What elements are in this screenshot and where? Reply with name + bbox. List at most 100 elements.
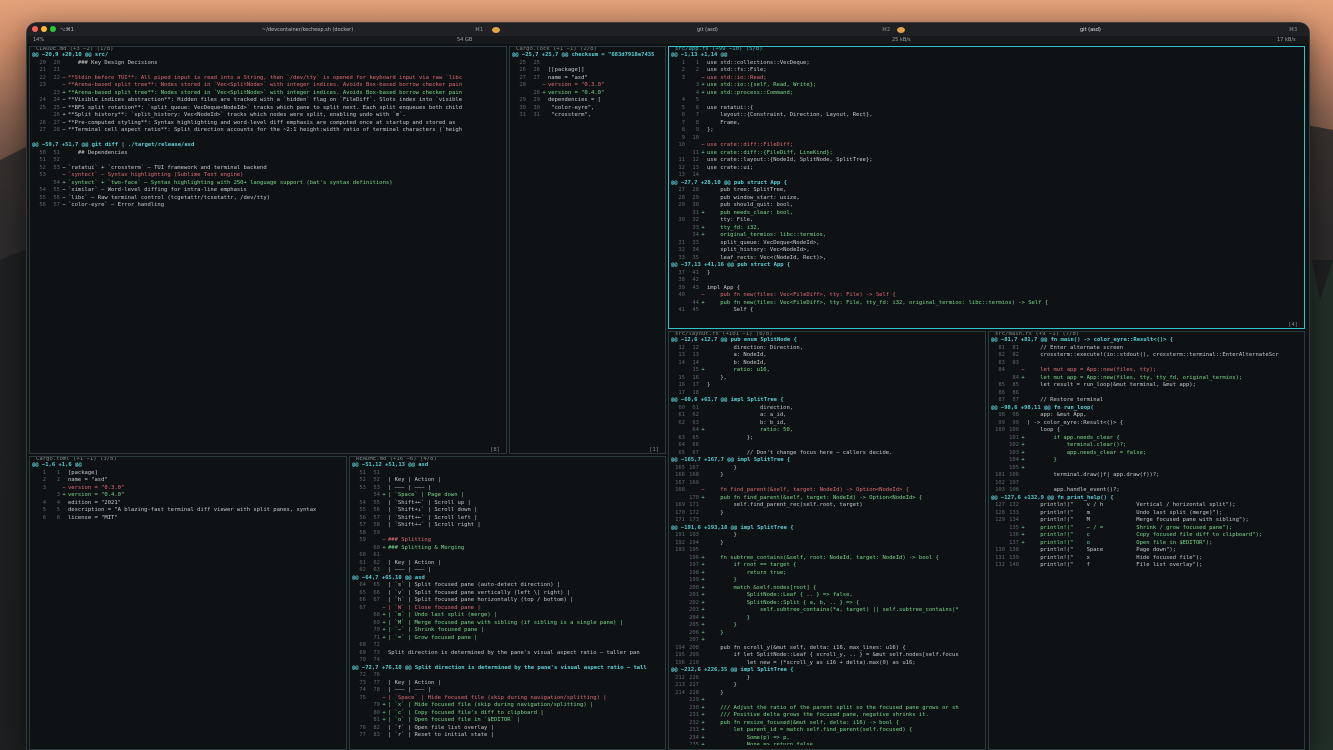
hunk-header: @@ −81,7 +81,7 @@ fn main() -> color_eyr… — [991, 337, 1303, 345]
new-line-number: 140 — [1009, 562, 1019, 568]
old-line-number: 168 — [675, 487, 685, 493]
diff-line: 194 208 pub fn scroll_y(&mut self, delta:… — [671, 645, 984, 653]
new-line-number: 72 — [373, 642, 380, 648]
diff-line: 196 + fn subtree_contains(&self, root: No… — [671, 555, 984, 563]
line-content: pub should_quit: bool, — [707, 202, 794, 208]
tab-git-1[interactable]: git (asd) — [697, 26, 718, 34]
line-content: use crate::layout::{NodeId, SplitNode, S… — [707, 157, 873, 163]
diff-marker: − — [701, 74, 705, 81]
old-line-number: 191 — [675, 532, 685, 538]
old-line-number: 69 — [359, 649, 366, 656]
line-content: a: a_id, — [707, 412, 787, 418]
line-content: ## Dependencies — [68, 149, 128, 156]
line-content: } — [1027, 457, 1057, 463]
new-line-number: 63 — [373, 567, 380, 573]
hunk-header: @@ −72,7 +76,10 @@ Split direction is de… — [352, 665, 664, 673]
diff-pane-cargo-lock[interactable]: Cargo.lock (+1 −1) (2/8) @@ −25,7 +25,7 … — [509, 46, 666, 454]
line-content: Some(p) => p, — [707, 734, 790, 741]
diff-line: 64 65 | `s` | Split focused pane (auto-det… — [352, 582, 664, 590]
line-content: a: NodeId, — [707, 352, 767, 358]
tab-git-2[interactable]: git (asd) — [1080, 26, 1101, 34]
old-line-number: 65 — [359, 589, 366, 596]
line-content: pub fn find_parent(&self, target: NodeId… — [707, 494, 923, 501]
old-line-number: 30 — [678, 217, 685, 223]
diff-line: 229 + — [671, 697, 984, 705]
diff-marker: + — [62, 112, 66, 118]
line-content: version = "0.3.0" — [68, 484, 125, 491]
new-line-number: 170 — [689, 494, 699, 501]
new-line-number: 28 — [692, 187, 699, 193]
diff-line: 103 108 app.handle_event()?; — [991, 487, 1303, 495]
diff-marker: + — [701, 367, 705, 373]
network-indicator: 25 kB/s — [892, 37, 911, 43]
new-line-number: 73 — [373, 649, 380, 656]
diff-marker: − — [62, 82, 66, 88]
diff-marker: + — [1021, 457, 1025, 463]
line-content: }; — [707, 434, 754, 441]
line-content: pub needs_clear: bool, — [707, 209, 794, 216]
line-content: | `v` | Split focused pane vertically (l… — [388, 589, 571, 596]
new-line-number: 139 — [1009, 554, 1019, 561]
diff-marker: + — [701, 89, 705, 96]
diff-line: 3 − version = "0.3.0" — [32, 485, 345, 493]
new-line-number: 61 — [692, 404, 699, 411]
zoom-button[interactable] — [50, 26, 56, 32]
pane-footer: [4] — [1286, 322, 1300, 328]
diff-line: 129 134 println!(" M Merge focused pane w… — [991, 517, 1303, 525]
diff-line: 2 2 name = "asd" — [32, 477, 345, 485]
diff-pane-layout-rs[interactable]: src/layout.rs (+101 −1) (6/8) @@ −12,6 +… — [668, 331, 986, 750]
old-line-number: 59 — [359, 537, 366, 543]
diff-marker: + — [701, 584, 705, 591]
diff-marker: − — [1021, 367, 1025, 373]
diff-line: 12 13 use crate::ui; — [671, 165, 1303, 173]
new-line-number: 71 — [373, 634, 380, 641]
diff-line: 76 82 | `f` | Open file list overlay | — [352, 725, 664, 733]
diff-line: 60 61 — [352, 552, 664, 560]
line-content: **BFS split rotation**: `split_queue: Ve… — [68, 104, 463, 111]
line-content: **Terminal cell aspect ratio**: Split di… — [68, 127, 463, 133]
diff-pane-readme-md[interactable]: README.md (+16 −6) (4/8) @@ −51,12 +51,1… — [349, 456, 666, 750]
new-line-number: 53 — [373, 484, 380, 491]
close-button[interactable] — [32, 26, 38, 32]
old-line-number: 27 — [519, 74, 526, 81]
line-content: ratio: u16, — [707, 367, 770, 373]
diff-line: 165 167 } — [671, 465, 984, 473]
new-line-number: 195 — [689, 547, 699, 553]
new-line-number: 101 — [1009, 434, 1019, 441]
diff-marker: + — [701, 592, 705, 598]
diff-line: 4 + use std::process::Command; — [671, 90, 1303, 98]
tab-devcontainer[interactable]: ~/devcontainer/kecheep.sh (docker) — [262, 26, 353, 34]
hunk-text: @@ −127,6 +132,9 @@ fn print_help() { — [991, 494, 1114, 501]
diff-pane-cargo-toml[interactable]: Cargo.toml (+1 −1) (3/8) @@ −1,6 +1,6 @@… — [29, 456, 347, 750]
old-line-number: 75 — [359, 694, 366, 701]
minimize-button[interactable] — [41, 26, 47, 32]
diff-line: 198 + return true; — [671, 570, 984, 578]
old-line-number: 194 — [675, 644, 685, 651]
diff-pane-main-rs[interactable]: src/main.rs (+9 −1) (7/8) @@ −81,7 +81,7… — [988, 331, 1305, 750]
diff-line: 99 99) -> color_eyre::Result<()> { — [991, 420, 1303, 428]
diff-line: 197 + if root == target { — [671, 562, 984, 570]
new-line-number: 201 — [689, 592, 699, 598]
new-line-number: 81 — [1012, 344, 1019, 351]
old-line-number: 62 — [678, 419, 685, 426]
diff-line: 23 + **Arena-based split tree**: Nodes sto… — [32, 90, 505, 98]
diff-line: 171 173 — [671, 517, 984, 525]
diff-line: 85 85 let result = run_loop(&mut terminal… — [991, 382, 1303, 390]
diff-pane-claude-md[interactable]: CLAUDE.md (+3 −2) (1/8) @@ −20,9 +20,10 … — [29, 46, 507, 454]
diff-line: 70 + | `−` | Shrink focused pane | — [352, 627, 664, 635]
old-line-number: 16 — [678, 382, 685, 388]
old-line-number: 62 — [359, 567, 366, 573]
new-line-number: 171 — [689, 502, 699, 508]
hunk-header: @@ −212,6 +226,35 @@ impl SplitTree { — [671, 667, 984, 675]
old-line-number: 77 — [359, 732, 366, 738]
new-line-number: 173 — [689, 517, 699, 523]
hunk-text: @@ −59,7 +51,7 @@ git diff | ./target/re… — [32, 142, 195, 148]
line-content: | `−` | Shrink focused pane | — [388, 627, 485, 633]
hunk-header: @@ −51,12 +51,13 @@ asd — [352, 462, 664, 470]
new-line-number: 51 — [53, 149, 60, 156]
diff-line: 61 62 | Key | Action | — [352, 560, 664, 568]
diff-marker: − — [62, 202, 66, 208]
line-content: `syntect` — Syntax highlighting (Sublime… — [68, 172, 244, 178]
diff-pane-app-rs[interactable]: src/app.rs (+99 −10) (5/8) @@ −1,13 +1,1… — [668, 46, 1305, 329]
old-line-number: 3 — [42, 484, 46, 491]
